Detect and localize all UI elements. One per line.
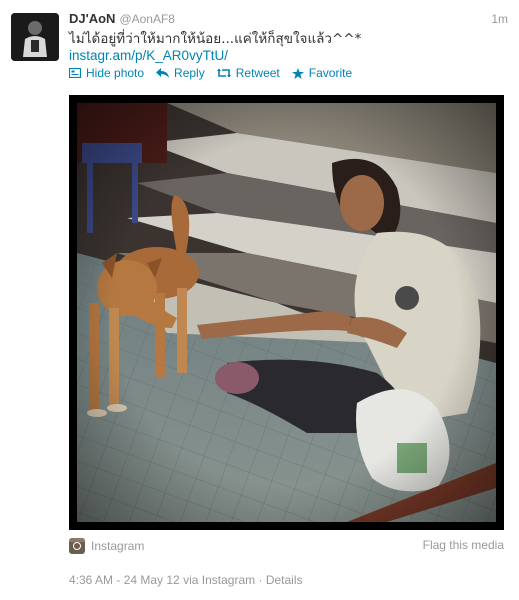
photo-icon [69, 68, 81, 78]
retweet-label: Retweet [235, 66, 280, 80]
reply-icon [156, 68, 170, 78]
media-source-label: Instagram [91, 539, 145, 553]
tweet: DJ'AoN @AonAF8 1m ไม่ได้อยู่ที่ว่าให้มาก… [0, 0, 519, 600]
favorite-label: Favorite [308, 66, 353, 80]
media-footer: Instagram Flag this media [69, 538, 504, 556]
tweet-header: DJ'AoN @AonAF8 [69, 11, 175, 27]
favorite-button[interactable]: Favorite [291, 66, 353, 80]
tweet-meta: 4:36 AM - 24 May 12 via Instagram · Deta… [69, 573, 303, 587]
reply-button[interactable]: Reply [156, 66, 205, 80]
meta-separator: · [258, 573, 263, 587]
hide-photo-label: Hide photo [86, 66, 145, 80]
instagram-icon [69, 538, 85, 554]
via-app-link[interactable]: Instagram [202, 573, 255, 587]
tweet-text: ไม่ได้อยู่ที่ว่าให้มากให้น้อย...แค่ให้ก็… [69, 31, 362, 47]
star-icon [291, 67, 304, 79]
user-fullname[interactable]: DJ'AoN [69, 11, 115, 26]
hide-photo-button[interactable]: Hide photo [69, 66, 144, 80]
reply-label: Reply [174, 66, 205, 80]
user-handle[interactable]: @AonAF8 [119, 12, 175, 26]
tweet-time[interactable]: 1m [491, 12, 508, 26]
media-photo-frame[interactable] [69, 95, 504, 530]
avatar[interactable] [11, 13, 59, 61]
tweet-timestamp[interactable]: 4:36 AM - 24 May 12 [69, 573, 180, 587]
media-source[interactable]: Instagram [69, 538, 144, 554]
retweet-button[interactable]: Retweet [216, 66, 280, 80]
tweet-link[interactable]: instagr.am/p/K_AR0vyTtU/ [69, 47, 228, 65]
tweet-actions: Hide photo Reply Retweet Favorite [69, 66, 364, 80]
media-photo[interactable] [77, 103, 496, 522]
via-prefix: via [183, 573, 199, 587]
retweet-icon [216, 68, 231, 78]
flag-media-link[interactable]: Flag this media [423, 538, 504, 552]
details-link[interactable]: Details [266, 573, 303, 587]
